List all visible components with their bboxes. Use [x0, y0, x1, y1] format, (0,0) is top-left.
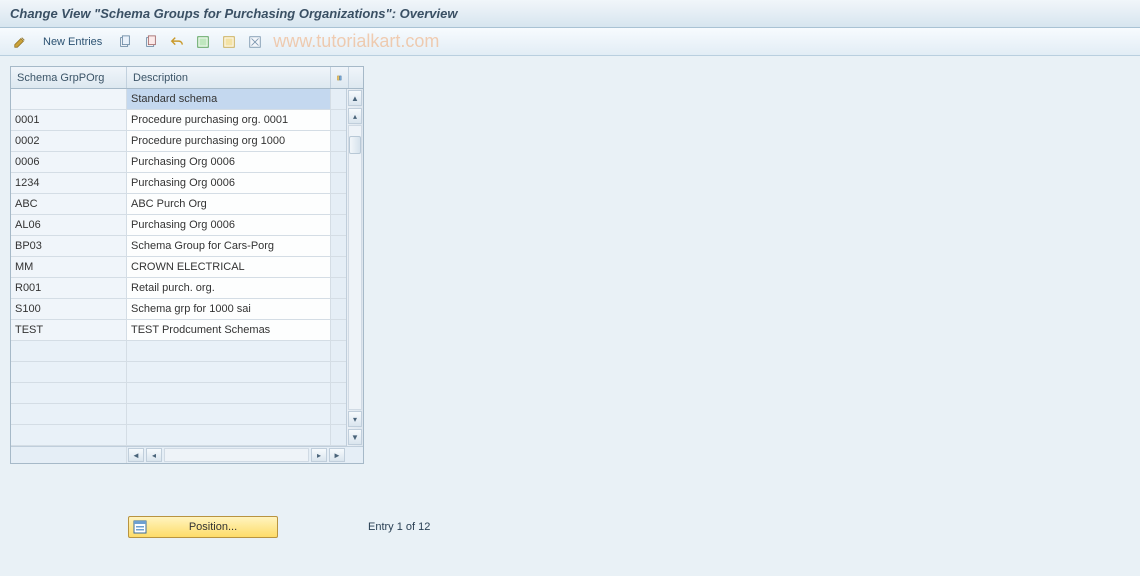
cell-schema[interactable]: MM — [11, 257, 127, 277]
cell-schema[interactable]: 0006 — [11, 152, 127, 172]
cell-schema-empty[interactable] — [11, 341, 127, 361]
delete-icon — [144, 35, 158, 49]
cell-description-empty[interactable] — [127, 362, 331, 382]
toggle-edit-button[interactable] — [8, 32, 32, 52]
hscroll-spacer — [11, 447, 127, 463]
cell-schema-empty[interactable] — [11, 383, 127, 403]
cell-description-empty[interactable] — [127, 404, 331, 424]
position-icon — [133, 520, 147, 534]
entry-info: Entry 1 of 12 — [368, 521, 430, 533]
copy-icon — [118, 35, 132, 49]
toolbar: New Entries www.tutorialkart.com — [0, 28, 1140, 56]
cell-schema[interactable]: BP03 — [11, 236, 127, 256]
cell-description[interactable]: ABC Purch Org — [127, 194, 331, 214]
cell-schema[interactable]: TEST — [11, 320, 127, 340]
undo-icon — [170, 35, 184, 49]
page-title: Change View "Schema Groups for Purchasin… — [0, 0, 1140, 28]
cell-schema[interactable]: ABC — [11, 194, 127, 214]
undo-button[interactable] — [165, 32, 189, 52]
table-row-empty[interactable] — [11, 425, 346, 446]
cell-description[interactable]: TEST Prodcument Schemas — [127, 320, 331, 340]
cell-schema[interactable]: S100 — [11, 299, 127, 319]
horizontal-scrollbar[interactable]: ◄ ◂ ▸ ► — [11, 446, 363, 463]
table-row[interactable]: TESTTEST Prodcument Schemas — [11, 320, 346, 341]
scroll-right-small-button[interactable]: ▸ — [311, 448, 327, 462]
cell-description-empty[interactable] — [127, 383, 331, 403]
position-button-label: Position... — [153, 521, 273, 533]
copy-button[interactable] — [113, 32, 137, 52]
col-header-description[interactable]: Description — [127, 67, 331, 88]
cell-description[interactable]: Schema Group for Cars-Porg — [127, 236, 331, 256]
cell-description[interactable]: Procedure purchasing org. 0001 — [127, 110, 331, 130]
vscroll-thumb[interactable] — [349, 136, 361, 154]
cell-description-empty[interactable] — [127, 425, 331, 445]
watermark-text: www.tutorialkart.com — [273, 31, 439, 52]
cell-schema[interactable]: 1234 — [11, 173, 127, 193]
cell-description[interactable]: Schema grp for 1000 sai — [127, 299, 331, 319]
table-row[interactable]: AL06Purchasing Org 0006 — [11, 215, 346, 236]
table-row[interactable]: BP03Schema Group for Cars-Porg — [11, 236, 346, 257]
table-header: Schema GrpPOrg Description — [11, 67, 363, 89]
select-all-icon — [196, 35, 210, 49]
cell-description[interactable]: Retail purch. org. — [127, 278, 331, 298]
table-row[interactable]: Standard schema — [11, 89, 346, 110]
cell-description-empty[interactable] — [127, 341, 331, 361]
table-row-empty[interactable] — [11, 362, 346, 383]
cell-schema[interactable]: R001 — [11, 278, 127, 298]
table-row[interactable]: 0006Purchasing Org 0006 — [11, 152, 346, 173]
cell-schema[interactable]: 0002 — [11, 131, 127, 151]
scroll-down-small-button[interactable]: ▾ — [348, 411, 362, 427]
cell-schema-empty[interactable] — [11, 362, 127, 382]
cell-description[interactable]: Purchasing Org 0006 — [127, 152, 331, 172]
footer: Position... Entry 1 of 12 — [10, 516, 430, 538]
table-row[interactable]: 1234Purchasing Org 0006 — [11, 173, 346, 194]
deselect-all-icon — [248, 35, 262, 49]
new-entries-button[interactable]: New Entries — [34, 32, 111, 52]
delete-button[interactable] — [139, 32, 163, 52]
cell-schema-empty[interactable] — [11, 404, 127, 424]
table-row[interactable]: ABCABC Purch Org — [11, 194, 346, 215]
pencil-icon — [13, 35, 27, 49]
scroll-right-button[interactable]: ► — [329, 448, 345, 462]
cell-description[interactable]: CROWN ELECTRICAL — [127, 257, 331, 277]
scroll-corner — [346, 447, 363, 463]
table-row[interactable]: S100Schema grp for 1000 sai — [11, 299, 346, 320]
scroll-left-button[interactable]: ◄ — [128, 448, 144, 462]
table-row[interactable]: MMCROWN ELECTRICAL — [11, 257, 346, 278]
scroll-left-small-button[interactable]: ◂ — [146, 448, 162, 462]
table-row[interactable]: 0001Procedure purchasing org. 0001 — [11, 110, 346, 131]
col-header-schema[interactable]: Schema GrpPOrg — [11, 67, 127, 88]
table-row-empty[interactable] — [11, 341, 346, 362]
table-row[interactable]: 0002Procedure purchasing org 1000 — [11, 131, 346, 152]
cell-description[interactable]: Procedure purchasing org 1000 — [127, 131, 331, 151]
select-block-icon — [222, 35, 236, 49]
table-settings-button[interactable] — [331, 67, 349, 88]
scroll-up-small-button[interactable]: ▴ — [348, 108, 362, 124]
scroll-down-button[interactable]: ▼ — [348, 429, 362, 445]
select-all-button[interactable] — [191, 32, 215, 52]
cell-description[interactable]: Standard schema — [127, 89, 331, 109]
table-rows: Standard schema0001Procedure purchasing … — [11, 89, 346, 446]
position-button[interactable]: Position... — [128, 516, 278, 538]
cell-schema[interactable] — [11, 89, 127, 109]
hscroll-track[interactable] — [164, 448, 309, 462]
table-row-empty[interactable] — [11, 404, 346, 425]
deselect-all-button[interactable] — [243, 32, 267, 52]
scroll-up-button[interactable]: ▲ — [348, 90, 362, 106]
cell-schema[interactable]: 0001 — [11, 110, 127, 130]
schema-table: Schema GrpPOrg Description Standard sche… — [10, 66, 364, 464]
cell-schema-empty[interactable] — [11, 425, 127, 445]
cell-description[interactable]: Purchasing Org 0006 — [127, 215, 331, 235]
select-block-button[interactable] — [217, 32, 241, 52]
vertical-scrollbar[interactable]: ▲ ▴ ▾ ▼ — [346, 89, 363, 446]
cell-schema[interactable]: AL06 — [11, 215, 127, 235]
cell-description[interactable]: Purchasing Org 0006 — [127, 173, 331, 193]
table-settings-icon — [337, 72, 342, 84]
content-area: Schema GrpPOrg Description Standard sche… — [0, 56, 1140, 574]
table-row[interactable]: R001Retail purch. org. — [11, 278, 346, 299]
vscroll-track[interactable] — [348, 125, 362, 410]
table-row-empty[interactable] — [11, 383, 346, 404]
